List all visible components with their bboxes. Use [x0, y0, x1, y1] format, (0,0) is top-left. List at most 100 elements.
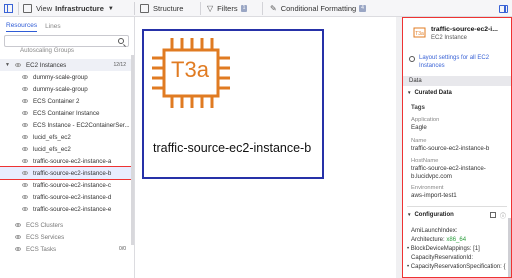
app-window: View Infrastructure ▼ Structure ▽ Filter… — [0, 0, 512, 278]
eye-icon[interactable] — [22, 111, 28, 115]
group-ecs-tasks[interactable]: ECS Tasks 0/0 — [0, 243, 132, 255]
chevron-down-icon: ▼ — [5, 62, 10, 68]
config-row: • BlockDeviceMappings: [1] — [407, 246, 480, 252]
data-section-header: Data — [403, 76, 511, 86]
instance-name-label: traffic-source-ec2-instance-b — [153, 141, 312, 155]
sidebar-scrollbar[interactable] — [131, 55, 134, 245]
eye-icon[interactable] — [22, 207, 28, 211]
left-panel-toggle-icon[interactable] — [0, 0, 17, 17]
diagram-canvas[interactable]: T3a traffic-source-ec2-instance-b — [136, 17, 402, 278]
eye-icon[interactable] — [22, 159, 28, 163]
configuration-header[interactable]: ▼ Configuration — [407, 212, 454, 218]
list-item[interactable]: dummy-scale-group — [0, 83, 132, 95]
top-toolbar: View Infrastructure ▼ Structure ▽ Filter… — [0, 0, 512, 17]
formatting-icon: ✎ — [270, 4, 277, 13]
view-label: View — [36, 4, 53, 13]
list-item[interactable]: ECS Container 2 — [0, 95, 132, 107]
toolbar-divider — [134, 2, 135, 15]
list-item[interactable]: lucid_efs_ec2 — [0, 143, 132, 155]
eye-icon[interactable] — [15, 235, 21, 239]
section-divider — [407, 206, 507, 207]
eye-icon[interactable] — [22, 75, 28, 79]
tags-label: Tags — [411, 104, 425, 111]
expand-icon[interactable]: • — [407, 246, 409, 252]
group-ec2-instances[interactable]: ▼ EC2 Instances 12/12 — [0, 59, 132, 71]
eye-icon[interactable] — [22, 195, 28, 199]
tab-lines[interactable]: Lines — [45, 23, 61, 32]
list-item[interactable]: ECS Instance - EC2ContainerSer... — [0, 119, 132, 131]
eye-icon[interactable] — [22, 171, 28, 175]
toolbar-divider — [262, 2, 263, 15]
view-value: Infrastructure — [55, 4, 104, 13]
expand-icon[interactable]: • — [407, 264, 409, 270]
filter-icon: ▽ — [207, 4, 214, 13]
eye-icon[interactable] — [22, 135, 28, 139]
list-item[interactable]: traffic-source-ec2-instance-a — [0, 155, 132, 167]
panel-scrollbar[interactable] — [508, 218, 511, 277]
eye-icon[interactable] — [22, 123, 28, 127]
filters-label: Filters — [217, 4, 238, 13]
field-key: Environment — [411, 185, 444, 191]
list-item[interactable]: traffic-source-ec2-instance-e — [0, 203, 132, 215]
structure-button[interactable]: Structure — [140, 0, 183, 17]
sidebar-tabs: Resources Lines — [0, 17, 134, 32]
list-item[interactable]: lucid_efs_ec2 — [0, 131, 132, 143]
config-row: • CapacityReservationSpecification: { — [407, 264, 506, 270]
group-ecs-clusters[interactable]: ECS Clusters — [0, 219, 132, 231]
structure-label: Structure — [153, 4, 184, 13]
field-key: HostName — [411, 158, 439, 164]
svg-text:T3a: T3a — [415, 31, 424, 37]
field-value: traffic-source-ec2-instance-b.lucidvpc.c… — [411, 165, 486, 180]
conditional-formatting-label: Conditional Formatting — [280, 4, 357, 13]
list-item-selected[interactable]: traffic-source-ec2-instance-b — [0, 166, 133, 180]
toolbar-divider — [200, 2, 201, 15]
instance-type-label: T3a — [171, 57, 209, 82]
eye-icon[interactable] — [15, 63, 21, 67]
gear-icon — [409, 56, 415, 62]
external-link-icon[interactable] — [490, 212, 496, 218]
resource-list: Autoscaling Groups ▼ EC2 Instances 12/12… — [0, 47, 133, 255]
filters-button[interactable]: ▽ Filters 1 — [207, 0, 248, 17]
conditional-count-badge: 4 — [359, 5, 366, 12]
eye-icon[interactable] — [22, 147, 28, 151]
panel-subtitle: EC2 Instance — [431, 35, 468, 41]
right-panel-toggle-icon[interactable] — [495, 0, 512, 17]
eye-icon[interactable] — [15, 223, 21, 227]
eye-icon[interactable] — [22, 183, 28, 187]
field-value: traffic-source-ec2-instance-b — [411, 145, 490, 152]
list-item-partial[interactable]: Autoscaling Groups — [0, 47, 132, 56]
info-icon[interactable]: ⓘ — [500, 211, 506, 220]
tab-resources[interactable]: Resources — [6, 22, 38, 32]
list-item[interactable]: traffic-source-ec2-instance-d — [0, 191, 132, 203]
resources-sidebar: Resources Lines Autoscaling Groups ▼ EC2… — [0, 17, 135, 278]
config-row: CapacityReservationId: — [411, 255, 474, 261]
search-input[interactable] — [4, 35, 129, 47]
ec2-chip-icon: T3a — [413, 27, 426, 38]
eye-icon[interactable] — [22, 99, 28, 103]
chevron-down-icon: ▼ — [407, 212, 412, 217]
toolbar-divider — [18, 2, 19, 15]
eye-icon[interactable] — [22, 87, 28, 91]
panel-title: traffic-source-ec2-i... — [431, 26, 498, 33]
ec2-instance-shape[interactable]: T3a traffic-source-ec2-instance-b — [142, 29, 324, 179]
layout-settings-link[interactable]: Layout settings for all EC2 Instances — [409, 55, 507, 70]
list-item[interactable]: dummy-scale-group — [0, 71, 132, 83]
list-item[interactable]: traffic-source-ec2-instance-c — [0, 179, 132, 191]
config-row: Architecture: x86_64 — [411, 237, 467, 243]
search-icon — [118, 38, 124, 44]
view-icon — [23, 4, 32, 13]
config-row: AmiLaunchIndex: — [411, 228, 458, 234]
structure-icon — [140, 4, 149, 13]
conditional-formatting-button[interactable]: ✎ Conditional Formatting 4 — [270, 0, 366, 17]
view-selector[interactable]: View Infrastructure ▼ — [23, 0, 114, 17]
chevron-down-icon: ▼ — [407, 90, 412, 95]
filters-count-badge: 1 — [240, 5, 248, 12]
curated-data-header[interactable]: ▼ Curated Data — [407, 90, 452, 96]
eye-icon[interactable] — [15, 247, 21, 251]
group-label: EC2 Instances — [26, 61, 67, 69]
group-ecs-services[interactable]: ECS Services — [0, 231, 132, 243]
field-key: Name — [411, 138, 427, 144]
field-key: Application — [411, 117, 440, 123]
field-value: Eagle — [411, 124, 427, 131]
list-item[interactable]: ECS Container Instance — [0, 107, 132, 119]
